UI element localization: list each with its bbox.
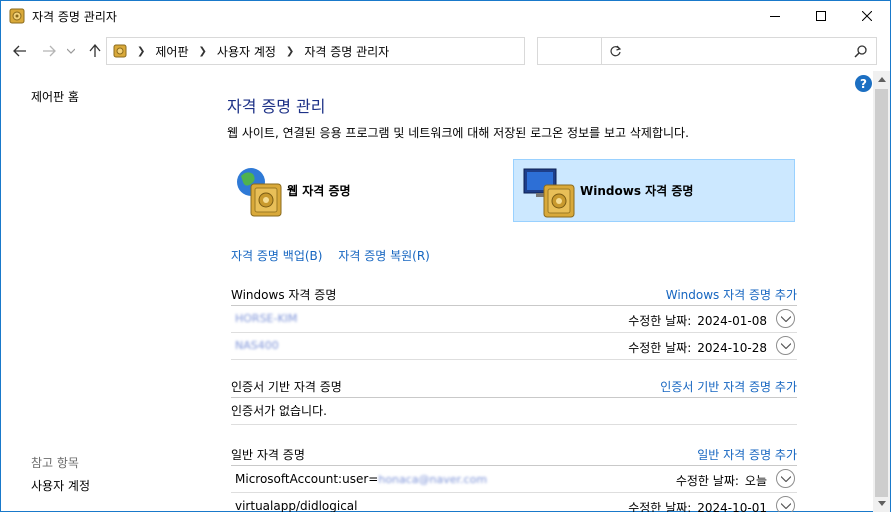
section-header: Windows 자격 증명 Windows 자격 증명 추가	[231, 282, 797, 306]
section-header: 인증서 기반 자격 증명 인증서 기반 자격 증명 추가	[231, 374, 797, 398]
up-button[interactable]	[85, 41, 105, 61]
close-button[interactable]	[844, 1, 890, 31]
modified-date: 수정한 날짜: 2024-10-28	[628, 341, 767, 355]
page-description: 웹 사이트, 연결된 응용 프로그램 및 네트워크에 대해 저장된 로그온 정보…	[227, 126, 689, 140]
chevron-down-icon	[877, 501, 886, 506]
back-button[interactable]	[10, 41, 30, 61]
navigation-bar: ❯ 제어판 ❯ 사용자 계정 ❯ 자격 증명 관리자	[1, 32, 890, 70]
help-icon[interactable]: ?	[855, 75, 872, 92]
vertical-scrollbar[interactable]	[873, 71, 890, 512]
windows-credentials-label: Windows 자격 증명	[580, 184, 694, 198]
credential-row[interactable]: virtualapp/didlogical 수정한 날짜: 2024-10-01	[231, 493, 797, 512]
no-certificates-text: 인증서가 없습니다.	[231, 404, 327, 418]
chevron-right-icon: ❯	[137, 45, 146, 57]
add-generic-credential-link[interactable]: 일반 자격 증명 추가	[697, 446, 797, 463]
vault-icon	[113, 44, 127, 58]
window-title: 자격 증명 관리자	[32, 9, 117, 24]
minimize-icon	[770, 16, 780, 17]
section-title: 인증서 기반 자격 증명	[231, 380, 342, 394]
expand-chevron-icon[interactable]	[776, 496, 795, 512]
expand-chevron-icon[interactable]	[776, 336, 795, 355]
expand-chevron-icon[interactable]	[776, 469, 795, 488]
scroll-down-button[interactable]	[873, 495, 890, 512]
page-title: 자격 증명 관리	[227, 97, 326, 116]
credential-row[interactable]: NAS400 수정한 날짜: 2024-10-28	[231, 333, 797, 360]
modified-date: 수정한 날짜: 2024-01-08	[628, 314, 767, 328]
section-title: Windows 자격 증명	[231, 288, 337, 302]
chevron-right-icon: ❯	[198, 45, 207, 57]
back-arrow-icon	[13, 45, 26, 57]
restore-credentials-link[interactable]: 자격 증명 복원(R)	[338, 249, 430, 263]
user-accounts-link[interactable]: 사용자 계정	[31, 477, 90, 494]
forward-arrow-icon	[43, 45, 56, 57]
breadcrumb-user-accounts[interactable]: 사용자 계정	[217, 43, 276, 60]
credential-name: virtualapp/didlogical	[235, 499, 358, 512]
maximize-icon	[816, 11, 826, 21]
section-title: 일반 자격 증명	[231, 448, 305, 462]
forward-button[interactable]	[39, 41, 59, 61]
web-credentials-label: 웹 자격 증명	[287, 184, 351, 198]
breadcrumb-control-panel[interactable]: 제어판	[155, 43, 188, 60]
vault-icon	[9, 8, 25, 24]
up-arrow-icon	[89, 44, 101, 57]
empty-row: 인증서가 없습니다.	[231, 398, 797, 425]
title-bar: 자격 증명 관리자	[1, 1, 890, 31]
credential-row[interactable]: HORSE-KIM 수정한 날짜: 2024-01-08	[231, 306, 797, 333]
search-input[interactable]	[537, 37, 877, 65]
backup-credentials-link[interactable]: 자격 증명 백업(B)	[231, 249, 322, 263]
chevron-right-icon: ❯	[285, 45, 295, 57]
maximize-button[interactable]	[798, 1, 844, 31]
address-bar[interactable]: ❯ 제어판 ❯ 사용자 계정 ❯ 자격 증명 관리자	[106, 37, 622, 65]
recent-locations-button[interactable]	[65, 41, 77, 61]
scrollbar-thumb[interactable]	[875, 89, 888, 497]
see-also-heading: 참고 항목	[31, 456, 79, 470]
scroll-up-button[interactable]	[873, 71, 890, 88]
globe-vault-icon	[237, 167, 282, 216]
chevron-up-icon	[877, 77, 886, 82]
control-panel-home-link[interactable]: 제어판 홈	[31, 88, 79, 105]
search-icon	[854, 45, 867, 58]
credential-name: NAS400	[235, 339, 279, 352]
add-windows-credential-link[interactable]: Windows 자격 증명 추가	[666, 286, 797, 303]
section-header: 일반 자격 증명 일반 자격 증명 추가	[231, 442, 797, 466]
credential-name: HORSE-KIM	[235, 312, 298, 325]
windows-credentials-tile[interactable]: Windows 자격 증명	[513, 159, 795, 222]
credential-row[interactable]: MicrosoftAccount:user=honaca@naver.com 수…	[231, 466, 797, 493]
add-certificate-credential-link[interactable]: 인증서 기반 자격 증명 추가	[660, 378, 797, 395]
minimize-button[interactable]	[752, 1, 798, 31]
modified-date: 수정한 날짜: 오늘	[675, 474, 767, 488]
credential-manager-window: 자격 증명 관리자 ❯ 제어판 ❯ 사용자 계정 ❯ 자격 증명 관리자 ? 제…	[0, 0, 891, 512]
credential-name: MicrosoftAccount:user=honaca@naver.com	[235, 472, 488, 486]
expand-chevron-icon[interactable]	[776, 309, 795, 328]
monitor-vault-icon	[523, 168, 575, 217]
close-icon	[862, 11, 872, 21]
backup-restore-links: 자격 증명 백업(B) 자격 증명 복원(R)	[231, 247, 442, 264]
breadcrumb-credential-manager[interactable]: 자격 증명 관리자	[304, 43, 389, 60]
modified-date: 수정한 날짜: 2024-10-01	[628, 501, 767, 512]
web-credentials-tile[interactable]: 웹 자격 증명	[231, 159, 513, 222]
chevron-down-icon	[67, 48, 75, 54]
